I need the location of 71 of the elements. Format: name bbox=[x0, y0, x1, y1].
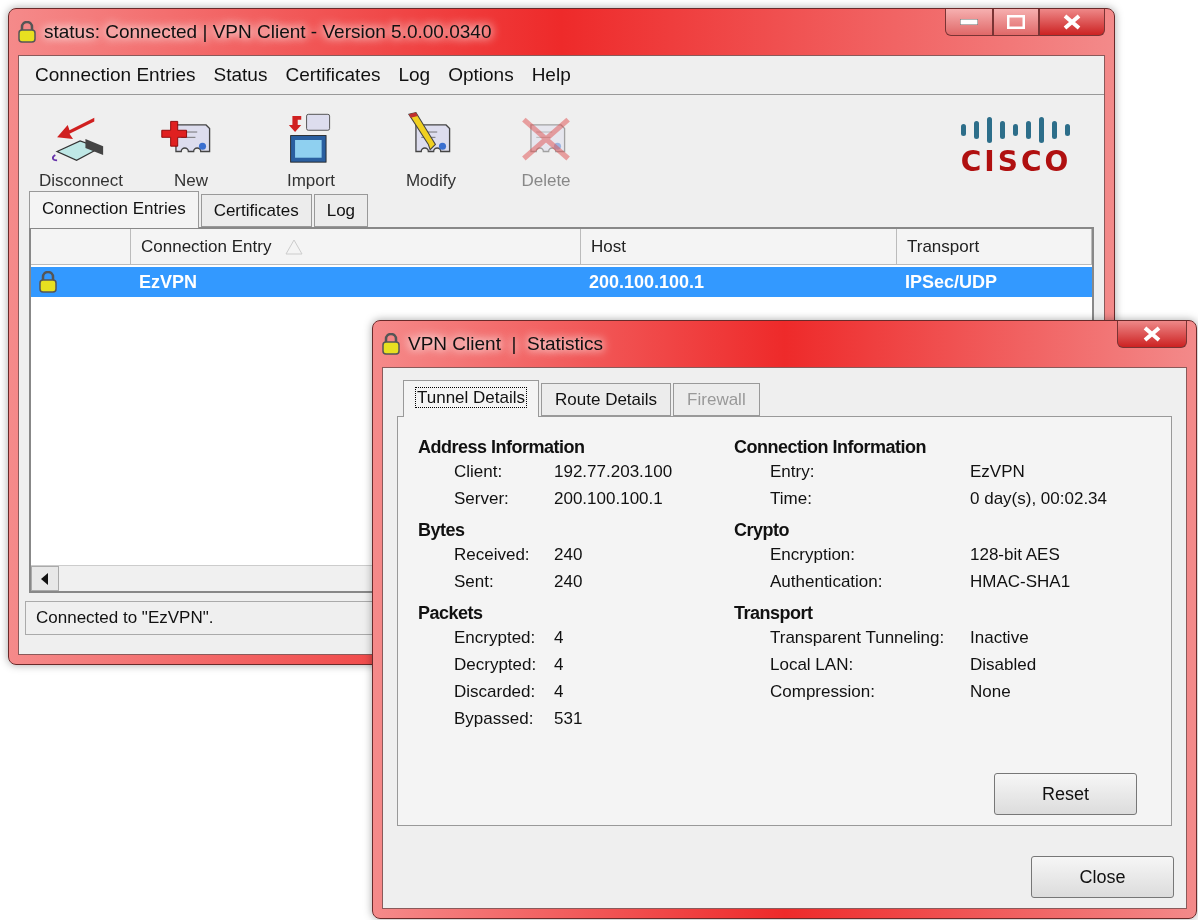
padlock-icon bbox=[382, 333, 400, 355]
menu-item[interactable]: Status bbox=[213, 64, 268, 86]
maximize-button[interactable] bbox=[993, 9, 1039, 36]
field-label: Received: bbox=[454, 544, 531, 566]
field-label: Discarded: bbox=[454, 681, 537, 703]
section-title: Crypto bbox=[734, 520, 790, 541]
tab[interactable]: Connection Entries bbox=[29, 191, 199, 228]
field-label: Bypassed: bbox=[454, 708, 535, 730]
menu-item[interactable]: Help bbox=[531, 64, 571, 86]
column-header[interactable]: Connection Entry bbox=[131, 229, 581, 265]
field-label: Authentication: bbox=[770, 571, 884, 593]
logo-text: CISCO bbox=[960, 144, 1072, 178]
close-dialog-button[interactable]: Close bbox=[1031, 856, 1174, 898]
field-value: None bbox=[970, 681, 1012, 703]
toolbar-button[interactable]: Disconnect bbox=[31, 109, 131, 191]
field-value: EzVPN bbox=[970, 461, 1026, 483]
close-icon bbox=[1063, 14, 1081, 30]
tab[interactable]: Route Details bbox=[541, 383, 672, 416]
column-header[interactable]: Transport bbox=[897, 229, 1092, 265]
field-label: Local LAN: bbox=[770, 654, 855, 676]
padlock-icon bbox=[39, 271, 57, 293]
menu-item[interactable]: Certificates bbox=[285, 64, 381, 86]
section-title: Packets bbox=[418, 603, 484, 624]
window-title: VPN Client | Statistics bbox=[408, 333, 603, 355]
table-cell-text: EzVPN bbox=[138, 270, 199, 294]
toolbar-button[interactable]: Import bbox=[251, 109, 371, 191]
table-cell-text: IPSec/UDP bbox=[904, 270, 999, 294]
menu-item[interactable]: Options bbox=[448, 64, 514, 86]
field-label: Encryption: bbox=[770, 544, 857, 566]
field-value: 4 bbox=[554, 681, 565, 703]
sort-arrow-icon bbox=[285, 238, 304, 255]
field-label: Sent: bbox=[454, 571, 495, 593]
menu-item[interactable]: Log bbox=[398, 64, 431, 86]
left-arrow-icon bbox=[41, 572, 49, 585]
toolbar-button[interactable]: Modify bbox=[371, 109, 491, 191]
toolbar-button[interactable]: New bbox=[131, 109, 251, 191]
table-cell-text: 200.100.100.1 bbox=[588, 270, 706, 294]
field-label: Client: bbox=[454, 461, 504, 483]
field-value: Disabled bbox=[970, 654, 1038, 676]
field-value: 240 bbox=[554, 544, 584, 566]
field-value: 0 day(s), 00:02.34 bbox=[970, 488, 1109, 510]
field-value: 192.77.203.100 bbox=[554, 461, 674, 483]
close-button[interactable] bbox=[1039, 9, 1105, 36]
field-value: 240 bbox=[554, 571, 584, 593]
tab[interactable]: Log bbox=[313, 194, 369, 227]
field-label: Entry: bbox=[770, 461, 816, 483]
section-title: Transport bbox=[734, 603, 814, 624]
field-label: Time: bbox=[770, 488, 813, 510]
close-icon bbox=[1143, 326, 1161, 342]
section-title: Address Information bbox=[418, 437, 586, 458]
close-button[interactable] bbox=[1117, 321, 1187, 348]
field-value: 531 bbox=[554, 708, 584, 730]
field-label: Decrypted: bbox=[454, 654, 538, 676]
maximize-icon bbox=[1007, 15, 1025, 29]
minimize-icon bbox=[960, 19, 978, 25]
window-title: status: Connected | VPN Client - Version 5.0.00.0340 bbox=[44, 21, 492, 43]
menu-item[interactable]: Connection Entries bbox=[35, 64, 196, 86]
section-title: Connection Information bbox=[734, 437, 927, 458]
padlock-icon bbox=[18, 21, 36, 43]
field-label: Server: bbox=[454, 488, 510, 510]
reset-button[interactable]: Reset bbox=[994, 773, 1137, 815]
field-value: 4 bbox=[554, 654, 565, 676]
column-header[interactable]: Host bbox=[581, 229, 897, 265]
minimize-button[interactable] bbox=[945, 9, 993, 36]
field-value: 128-bit AES bbox=[970, 544, 1061, 566]
tab[interactable]: Tunnel Details bbox=[403, 380, 540, 417]
tab[interactable]: Certificates bbox=[200, 194, 312, 227]
section-title: Bytes bbox=[418, 520, 466, 541]
field-value: HMAC-SHA1 bbox=[970, 571, 1072, 593]
field-label: Compression: bbox=[770, 681, 876, 703]
field-value: 200.100.100.1 bbox=[554, 488, 664, 510]
